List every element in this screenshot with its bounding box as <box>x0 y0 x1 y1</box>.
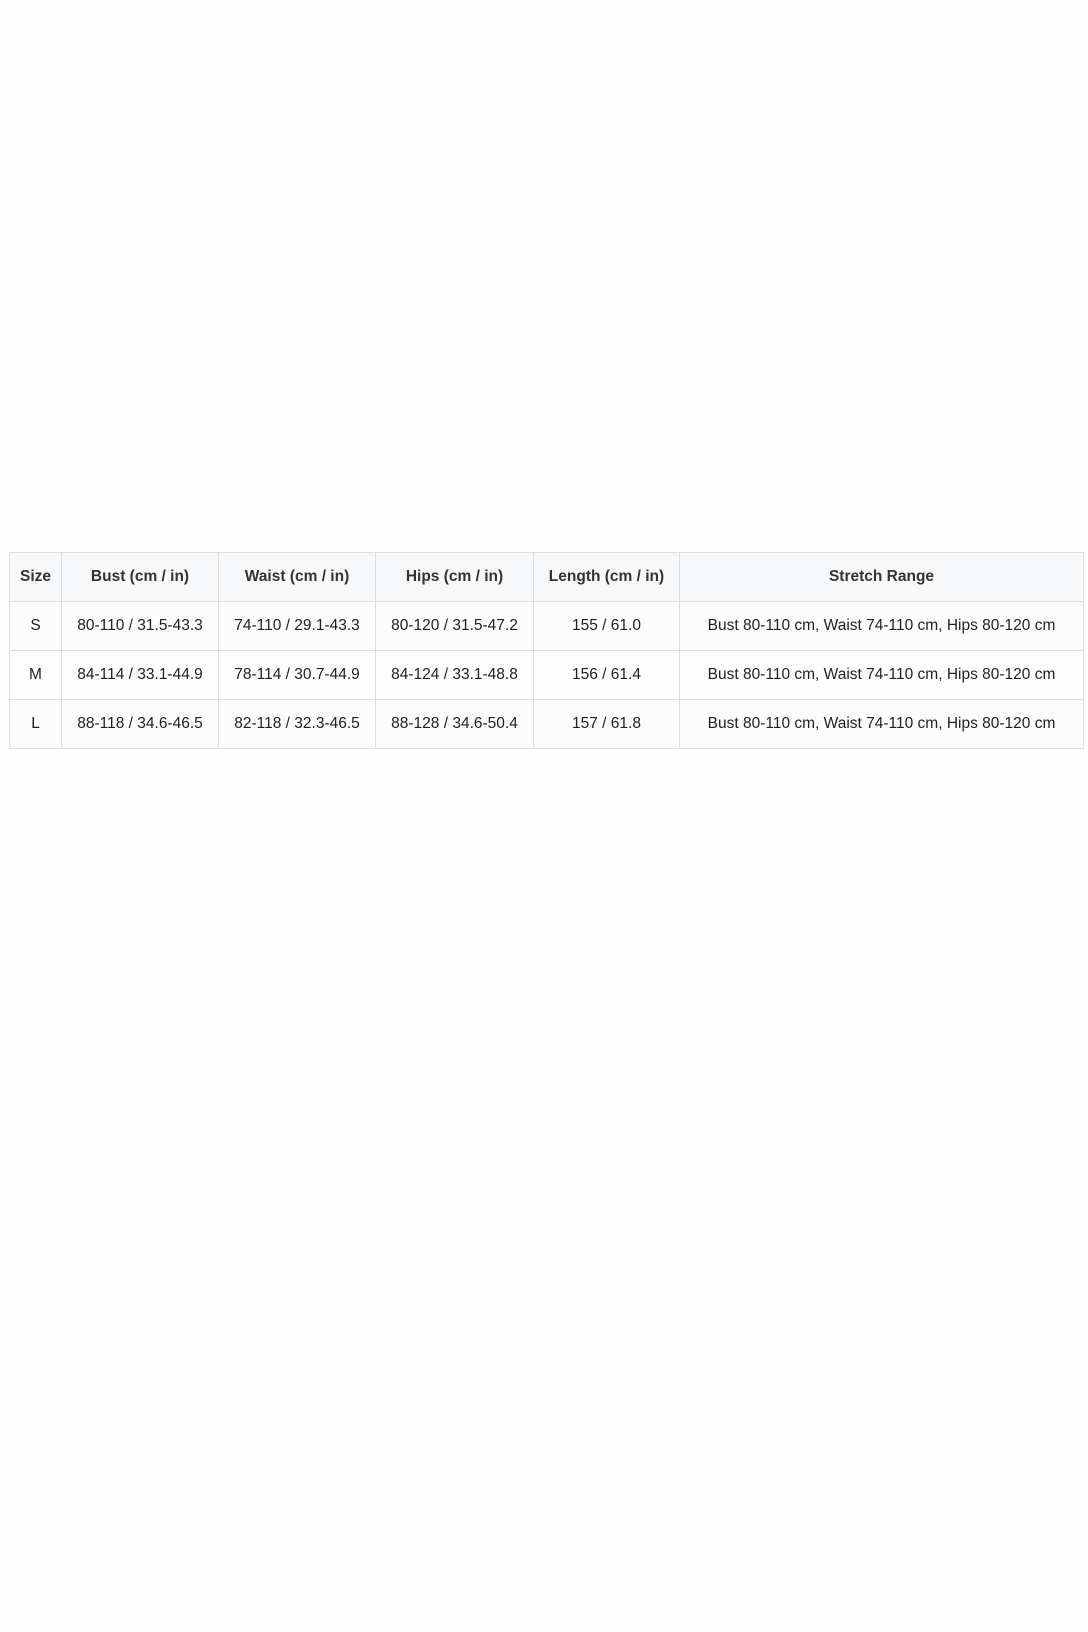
size-chart-header: Size Bust (cm / in) Waist (cm / in) Hips… <box>9 552 1084 602</box>
header-hips: Hips (cm / in) <box>375 552 534 602</box>
cell-size: L <box>9 699 62 749</box>
header-row: Size Bust (cm / in) Waist (cm / in) Hips… <box>9 552 1084 602</box>
cell-hips: 80-120 / 31.5-47.2 <box>375 601 534 651</box>
cell-waist: 74-110 / 29.1-43.3 <box>218 601 376 651</box>
cell-waist: 82-118 / 32.3-46.5 <box>218 699 376 749</box>
header-size: Size <box>9 552 62 602</box>
cell-size: S <box>9 601 62 651</box>
cell-stretch-range: Bust 80-110 cm, Waist 74-110 cm, Hips 80… <box>679 601 1084 651</box>
cell-bust: 84-114 / 33.1-44.9 <box>61 650 219 700</box>
header-length: Length (cm / in) <box>533 552 680 602</box>
cell-size: M <box>9 650 62 700</box>
size-chart-body: S 80-110 / 31.5-43.3 74-110 / 29.1-43.3 … <box>9 601 1084 749</box>
table-row-s: S 80-110 / 31.5-43.3 74-110 / 29.1-43.3 … <box>9 601 1084 651</box>
cell-length: 155 / 61.0 <box>533 601 680 651</box>
cell-waist: 78-114 / 30.7-44.9 <box>218 650 376 700</box>
cell-hips: 88-128 / 34.6-50.4 <box>375 699 534 749</box>
cell-bust: 80-110 / 31.5-43.3 <box>61 601 219 651</box>
header-waist: Waist (cm / in) <box>218 552 376 602</box>
cell-hips: 84-124 / 33.1-48.8 <box>375 650 534 700</box>
table-row-m: M 84-114 / 33.1-44.9 78-114 / 30.7-44.9 … <box>9 650 1084 700</box>
cell-stretch-range: Bust 80-110 cm, Waist 74-110 cm, Hips 80… <box>679 650 1084 700</box>
cell-length: 157 / 61.8 <box>533 699 680 749</box>
cell-stretch-range: Bust 80-110 cm, Waist 74-110 cm, Hips 80… <box>679 699 1084 749</box>
cell-length: 156 / 61.4 <box>533 650 680 700</box>
table-row-l: L 88-118 / 34.6-46.5 82-118 / 32.3-46.5 … <box>9 699 1084 749</box>
size-chart-table: Size Bust (cm / in) Waist (cm / in) Hips… <box>9 552 1084 749</box>
header-stretch-range: Stretch Range <box>679 552 1084 602</box>
cell-bust: 88-118 / 34.6-46.5 <box>61 699 219 749</box>
header-bust: Bust (cm / in) <box>61 552 219 602</box>
